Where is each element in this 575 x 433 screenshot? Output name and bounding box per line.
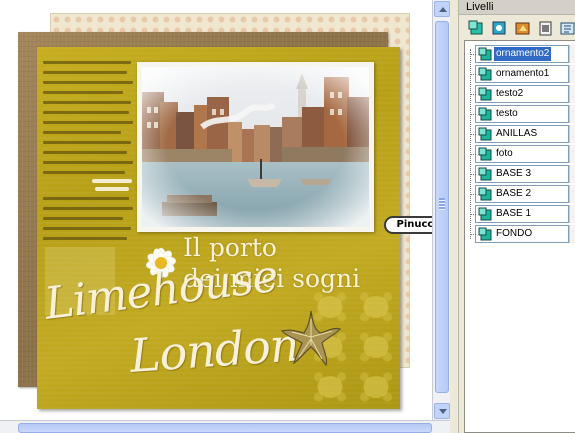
layer-name: BASE 2 — [496, 188, 532, 199]
visibility-toggle[interactable] — [569, 225, 575, 243]
chevron-up-icon — [439, 7, 447, 12]
raster-layer-icon — [478, 127, 492, 141]
handwritten-text-texture — [37, 47, 133, 277]
layer-name: testo — [496, 108, 518, 119]
author-name-tag: Pinuccia — [384, 216, 432, 234]
visibility-toggle[interactable] — [569, 145, 575, 163]
layer-name: foto — [496, 148, 513, 159]
visibility-toggle[interactable] — [569, 105, 575, 123]
visibility-toggle[interactable] — [569, 185, 575, 203]
merge-icon[interactable] — [559, 20, 575, 37]
raster-layer-icon — [478, 227, 492, 241]
raster-layer-icon — [478, 47, 492, 61]
layer-row-base-2[interactable]: BASE 2 — [470, 185, 569, 203]
photo-frame — [137, 62, 374, 232]
layer-name: ornamento2 — [494, 47, 552, 61]
raster-layer-icon — [478, 207, 492, 221]
layer-row-anillas[interactable]: ANILLAS — [470, 125, 569, 143]
vertical-scrollbar[interactable] — [432, 0, 450, 420]
layer-row-base-1[interactable]: BASE 1 — [470, 205, 569, 223]
layer-row-base-3[interactable]: BASE 3 — [470, 165, 569, 183]
raster-layer-icon — [478, 107, 492, 121]
vertical-scroll-thumb[interactable] — [435, 21, 449, 393]
layer-name: testo2 — [496, 88, 524, 99]
layers-palette: Livelli ornamento2 ornamento1 testo2 tes… — [458, 0, 575, 433]
visibility-toggle[interactable] — [569, 65, 575, 83]
layer-row-fondo[interactable]: FONDO — [470, 225, 569, 243]
layer-row-foto[interactable]: foto — [470, 145, 569, 163]
visibility-toggle[interactable] — [569, 45, 575, 63]
starfish-ornament-icon — [280, 310, 342, 367]
layer-name: ornamento1 — [496, 68, 550, 79]
layer-row-testo2[interactable]: testo2 — [470, 85, 569, 103]
raster-layer-icon — [478, 167, 492, 181]
horizontal-scrollbar[interactable] — [0, 420, 450, 433]
scroll-down-button[interactable] — [434, 403, 450, 419]
layer-properties-icon[interactable] — [514, 20, 532, 37]
panel-title[interactable]: Livelli — [459, 0, 575, 15]
visibility-toggle[interactable] — [569, 165, 575, 183]
ornament-dash — [92, 179, 132, 183]
image-canvas[interactable]: Il porto dei miei sogni Limehouse London… — [0, 0, 432, 420]
yellow-collage-card: Il porto dei miei sogni Limehouse London — [37, 47, 400, 409]
harbor-painting-image — [142, 67, 369, 227]
raster-layer-icon — [478, 187, 492, 201]
ornament-dash — [95, 187, 129, 191]
visibility-toggle[interactable] — [569, 85, 575, 103]
layer-name: BASE 3 — [496, 168, 532, 179]
layers-toolbar — [459, 15, 575, 42]
raster-layer-icon — [478, 87, 492, 101]
raster-layer-icon — [478, 147, 492, 161]
layer-row-testo[interactable]: testo — [470, 105, 569, 123]
panel-divider[interactable] — [450, 0, 458, 433]
layer-list: ornamento2 ornamento1 testo2 testo ANILL… — [464, 40, 575, 433]
new-layer-icon[interactable] — [468, 20, 486, 37]
raster-layer-icon — [478, 67, 492, 81]
layer-name: ANILLAS — [496, 128, 538, 139]
layer-row-ornamento2[interactable]: ornamento2 — [470, 45, 569, 63]
chevron-down-icon — [439, 409, 447, 414]
visibility-toggle[interactable] — [569, 205, 575, 223]
harbor-painting — [142, 67, 369, 227]
visibility-toggle[interactable] — [569, 125, 575, 143]
scroll-up-button[interactable] — [434, 1, 450, 17]
layer-row-ornamento1[interactable]: ornamento1 — [470, 65, 569, 83]
duplicate-layer-icon[interactable] — [491, 20, 509, 37]
horizontal-scroll-thumb[interactable] — [18, 423, 432, 433]
layer-name: FONDO — [496, 228, 533, 239]
mask-icon[interactable] — [537, 20, 555, 37]
layer-name: BASE 1 — [496, 208, 532, 219]
